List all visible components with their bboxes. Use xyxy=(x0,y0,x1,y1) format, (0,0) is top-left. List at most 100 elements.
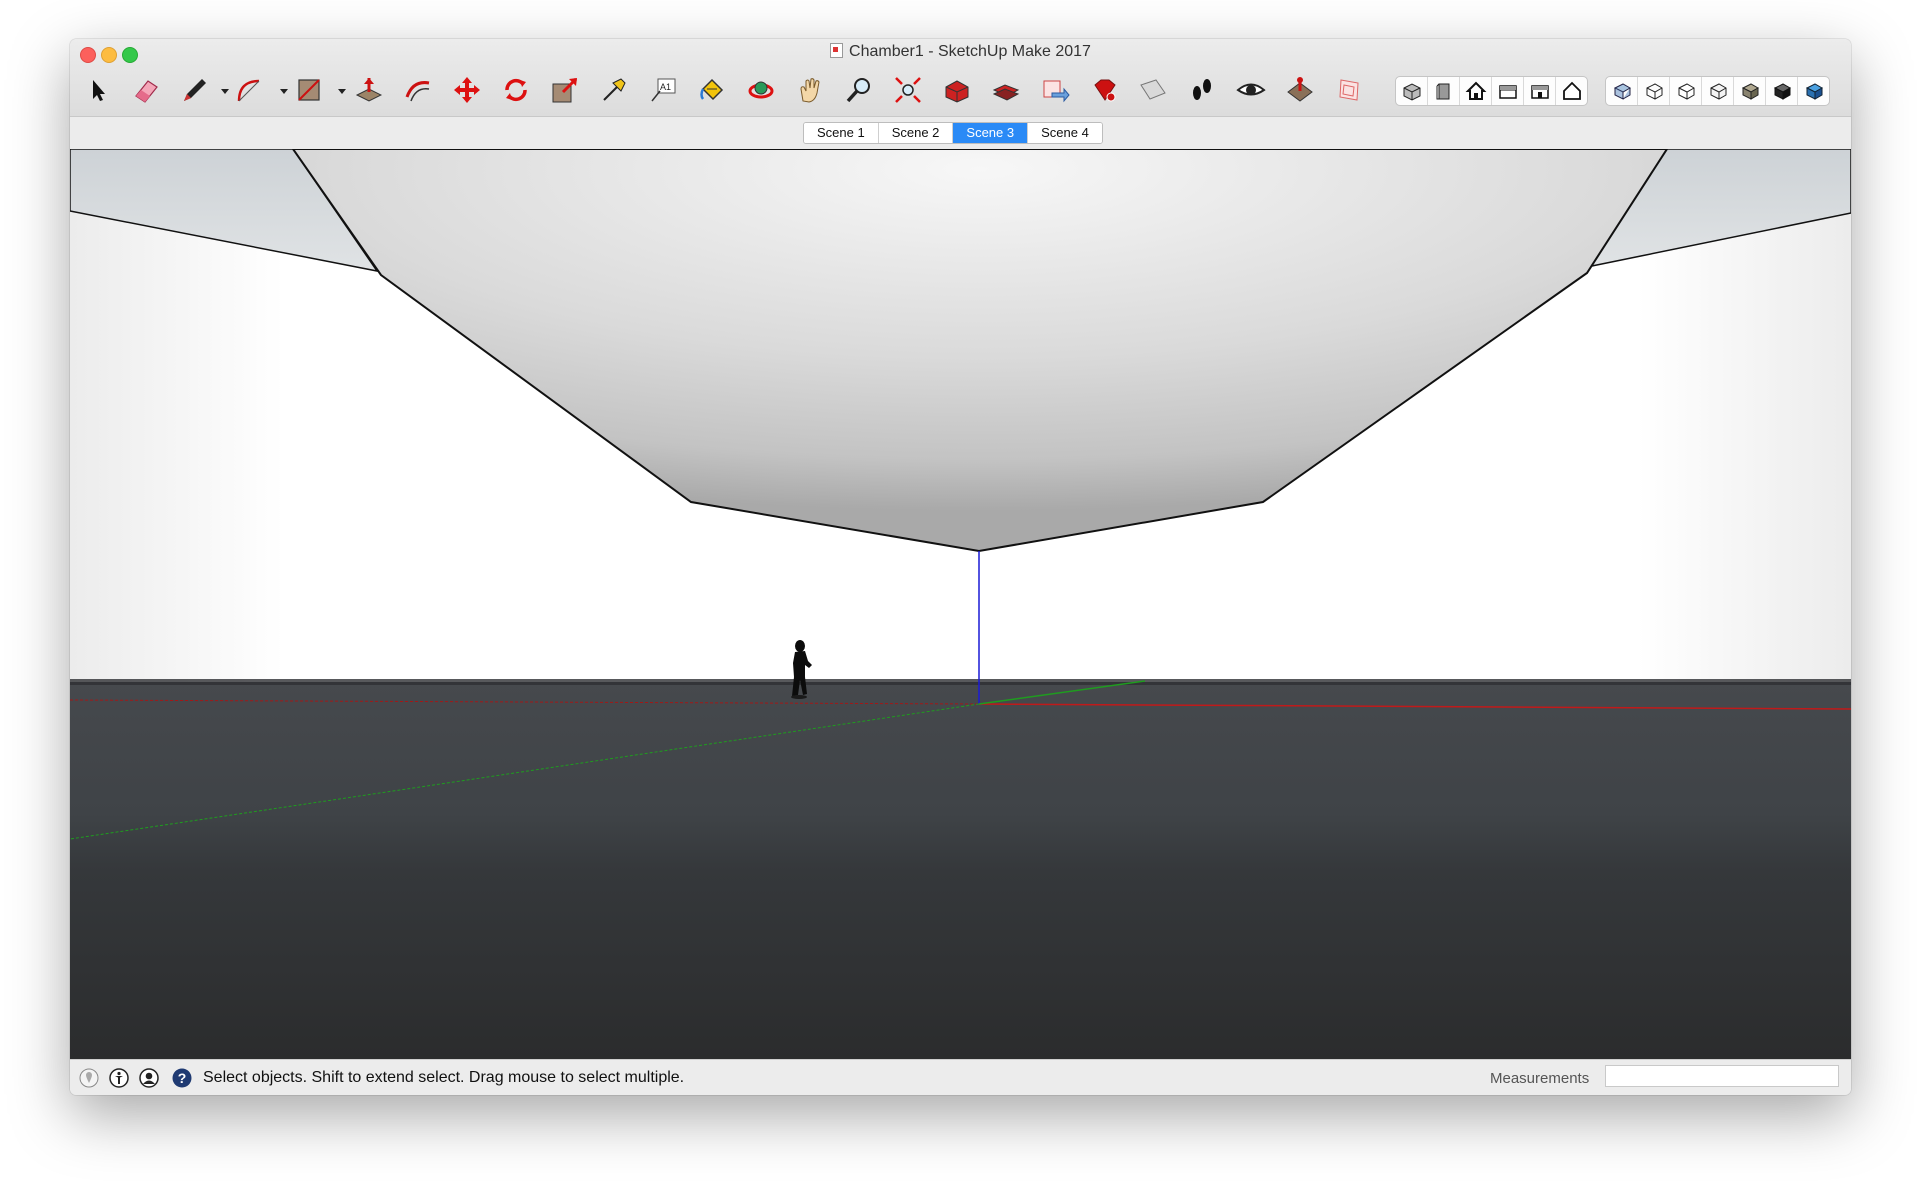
line-tool-button[interactable] xyxy=(178,73,212,107)
tab-scene-1[interactable]: Scene 1 xyxy=(804,123,879,143)
window-title-text: Chamber1 - SketchUp Make 2017 xyxy=(849,43,1091,60)
hidden-line-style-button[interactable] xyxy=(1670,77,1702,105)
push-pull-tool-button[interactable] xyxy=(352,73,386,107)
colored-box-style-button[interactable] xyxy=(1798,77,1829,105)
offset-tool-button[interactable] xyxy=(401,73,435,107)
rectangle-tool-button[interactable] xyxy=(292,73,326,107)
status-bar: ? Select objects. Shift to extend select… xyxy=(70,1059,1851,1095)
paint-bucket-tool-button[interactable] xyxy=(695,73,729,107)
share-model-tool-button[interactable] xyxy=(1038,73,1072,107)
extension-tool-button[interactable] xyxy=(1087,73,1121,107)
arc-tool-menu-caret[interactable] xyxy=(280,89,288,94)
orbit-icon xyxy=(748,81,774,99)
tape-measure-tool-button[interactable] xyxy=(597,73,631,107)
monochrome-style-icon xyxy=(1773,83,1791,100)
layout-tool-button[interactable] xyxy=(1332,73,1366,107)
shaded-style-icon xyxy=(1710,83,1726,100)
pencil-icon xyxy=(184,79,206,101)
user-account-button[interactable] xyxy=(139,1068,159,1088)
tape-measure-icon xyxy=(603,78,626,101)
text-tool-button[interactable]: A1 xyxy=(646,73,680,107)
text-icon: A1 xyxy=(651,78,676,102)
hidden-line-style-icon xyxy=(1678,83,1694,100)
shaded-textures-style-button[interactable] xyxy=(1734,77,1766,105)
colored-box-style-icon xyxy=(1805,83,1823,100)
back-view-icon xyxy=(1530,85,1549,99)
eraser-icon xyxy=(135,80,158,103)
scene-tabs-bar: Scene 1 Scene 2 Scene 3 Scene 4 xyxy=(70,117,1851,147)
section-plane-tool-button[interactable] xyxy=(1136,73,1170,107)
top-view-button[interactable] xyxy=(1460,77,1492,105)
zoom-extents-icon xyxy=(895,77,921,103)
warehouse-icon xyxy=(945,80,969,103)
iso-view-button[interactable] xyxy=(1396,77,1428,105)
section-plane-icon xyxy=(1140,79,1166,100)
help-icon: ? xyxy=(172,1068,192,1088)
svg-text:?: ? xyxy=(178,1070,187,1086)
walk-tool-button[interactable] xyxy=(1185,73,1219,107)
rotate-tool-button[interactable] xyxy=(499,73,533,107)
position-camera-icon xyxy=(1287,77,1313,102)
orbit-tool-button[interactable] xyxy=(744,73,778,107)
help-button[interactable]: ? xyxy=(172,1068,192,1088)
arc-tool-button[interactable] xyxy=(233,73,267,107)
svg-text:A1: A1 xyxy=(660,82,671,92)
user-account-icon xyxy=(139,1068,159,1088)
model-viewport[interactable] xyxy=(70,149,1851,1059)
monochrome-style-button[interactable] xyxy=(1766,77,1798,105)
measurements-label: Measurements xyxy=(1490,1070,1590,1087)
zoom-tool-button[interactable] xyxy=(842,73,876,107)
share-model-icon xyxy=(1043,80,1070,103)
ground-plane xyxy=(70,682,1851,1059)
geo-location-button[interactable] xyxy=(79,1068,99,1088)
sketchup-window: Chamber1 - SketchUp Make 2017 A1 Scene 1… xyxy=(70,39,1851,1095)
home-top-view-icon xyxy=(1465,81,1486,100)
views-toolbar xyxy=(1395,76,1588,106)
eraser-tool-button[interactable] xyxy=(129,73,163,107)
magnifier-icon xyxy=(846,78,870,103)
ruby-icon xyxy=(1094,79,1116,102)
rectangle-icon xyxy=(298,79,320,101)
credits-button[interactable] xyxy=(109,1068,129,1088)
back-view-button[interactable] xyxy=(1524,77,1556,105)
layout-icon xyxy=(1339,79,1359,101)
zoom-extents-tool-button[interactable] xyxy=(891,73,925,107)
line-tool-menu-caret[interactable] xyxy=(221,89,229,94)
rectangle-tool-menu-caret[interactable] xyxy=(338,89,346,94)
left-view-button[interactable] xyxy=(1556,77,1587,105)
main-toolbar: A1 xyxy=(70,69,1851,113)
right-view-icon xyxy=(1498,85,1517,99)
move-tool-button[interactable] xyxy=(450,73,484,107)
select-tool-button[interactable] xyxy=(81,73,115,107)
window-title: Chamber1 - SketchUp Make 2017 xyxy=(70,43,1851,61)
paint-bucket-icon xyxy=(700,78,724,101)
xray-style-button[interactable] xyxy=(1606,77,1638,105)
iso-view-icon xyxy=(1403,83,1420,101)
position-camera-tool-button[interactable] xyxy=(1283,73,1317,107)
extension-warehouse-tool-button[interactable] xyxy=(989,73,1023,107)
styles-toolbar xyxy=(1605,76,1830,106)
horizon-line xyxy=(70,679,1851,685)
rotate-icon xyxy=(505,78,527,102)
footprints-icon xyxy=(1193,79,1211,100)
look-around-tool-button[interactable] xyxy=(1234,73,1268,107)
arrow-icon xyxy=(93,80,105,101)
right-view-button[interactable] xyxy=(1492,77,1524,105)
tab-scene-4[interactable]: Scene 4 xyxy=(1028,123,1102,143)
scale-tool-button[interactable] xyxy=(548,73,582,107)
tab-scene-3[interactable]: Scene 3 xyxy=(953,123,1029,143)
measurements-input[interactable] xyxy=(1605,1065,1839,1087)
pan-tool-button[interactable] xyxy=(793,73,827,107)
tab-scene-2[interactable]: Scene 2 xyxy=(878,123,954,143)
shaded-textures-style-icon xyxy=(1741,83,1759,100)
front-view-button[interactable] xyxy=(1428,77,1460,105)
front-view-icon xyxy=(1436,83,1449,100)
eye-icon xyxy=(1236,83,1266,96)
wireframe-style-button[interactable] xyxy=(1638,77,1670,105)
3d-warehouse-tool-button[interactable] xyxy=(940,73,974,107)
left-view-icon xyxy=(1562,81,1581,100)
skp-document-icon xyxy=(830,43,844,58)
shaded-style-button[interactable] xyxy=(1702,77,1734,105)
xray-style-icon xyxy=(1613,83,1631,100)
components-icon xyxy=(992,84,1020,101)
